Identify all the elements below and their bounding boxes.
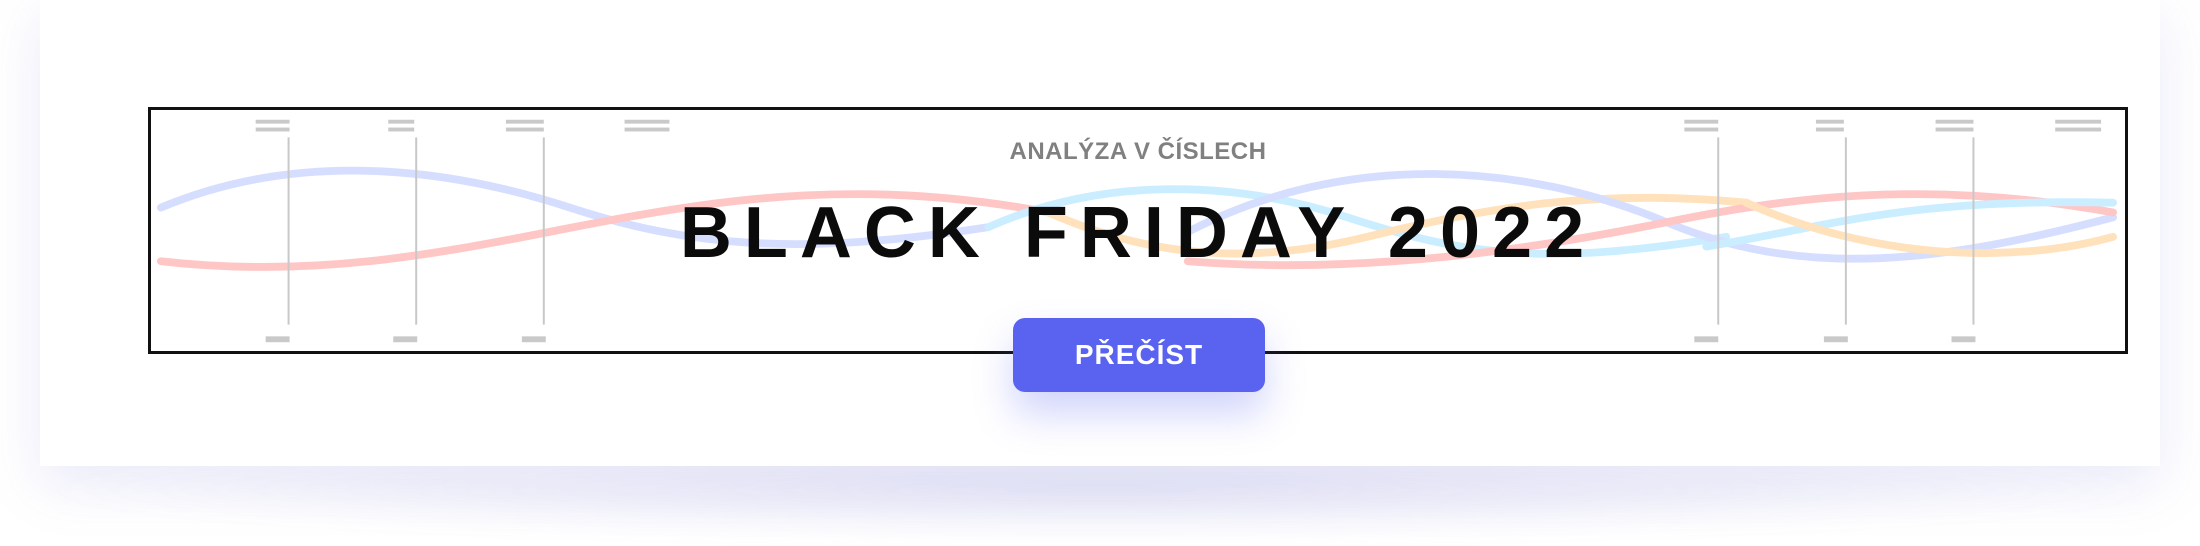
top-tick-right-2b bbox=[1815, 127, 1844, 132]
top-tick-right-1 bbox=[1684, 119, 1719, 124]
promo-card: ANALÝZA V ČÍSLECH BLACK FRIDAY 2022 PŘEČ… bbox=[40, 0, 2160, 466]
top-tick-right-3 bbox=[1935, 119, 1974, 124]
top-tick-left-4b bbox=[624, 127, 670, 132]
bottom-tick-right-3 bbox=[1951, 336, 1976, 343]
banner-title: BLACK FRIDAY 2022 bbox=[679, 193, 1597, 273]
bottom-tick-left-1 bbox=[265, 336, 290, 343]
top-tick-left-2b bbox=[388, 127, 415, 132]
top-tick-left-2 bbox=[388, 119, 415, 124]
top-tick-left-4 bbox=[624, 119, 670, 124]
banner-frame: ANALÝZA V ČÍSLECH BLACK FRIDAY 2022 bbox=[148, 107, 2128, 354]
top-tick-right-1b bbox=[1684, 127, 1719, 132]
top-tick-left-3 bbox=[505, 119, 544, 124]
top-tick-right-4 bbox=[2055, 119, 2102, 124]
bottom-tick-left-3 bbox=[521, 336, 546, 343]
banner-subtitle: ANALÝZA V ČÍSLECH bbox=[1009, 138, 1267, 165]
top-tick-left-1b bbox=[255, 127, 290, 132]
bottom-tick-left-2 bbox=[393, 336, 418, 343]
read-button-label: PŘEČÍST bbox=[1074, 339, 1204, 370]
bottom-tick-right-1 bbox=[1694, 336, 1719, 343]
top-tick-left-1 bbox=[255, 119, 290, 124]
read-button[interactable]: PŘEČÍST bbox=[1013, 318, 1265, 392]
top-tick-right-3b bbox=[1935, 127, 1974, 132]
top-tick-left-3b bbox=[505, 127, 544, 132]
top-tick-right-2 bbox=[1815, 119, 1844, 124]
bottom-tick-right-2 bbox=[1823, 336, 1848, 343]
top-tick-right-4b bbox=[2055, 127, 2102, 132]
